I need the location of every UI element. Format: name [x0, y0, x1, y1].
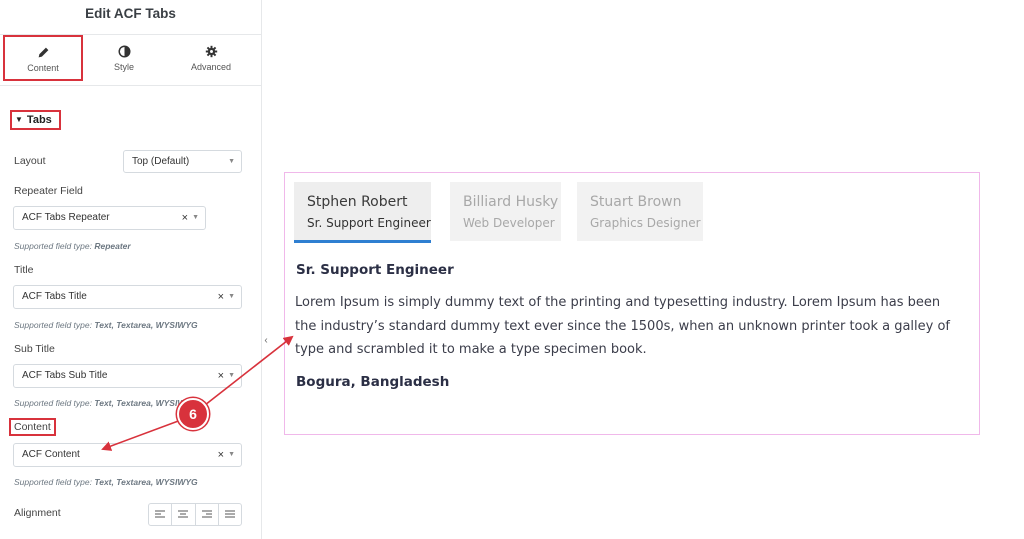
layout-select-value: Top (Default) — [132, 156, 190, 167]
subtitle-field-hint: Supported field type: Text, Textarea, WY… — [14, 398, 198, 408]
tab-content[interactable]: Content — [3, 35, 83, 81]
align-left-button[interactable] — [149, 504, 173, 525]
align-justify-icon — [224, 510, 235, 518]
layout-label: Layout — [14, 155, 46, 167]
repeater-field-hint: Supported field type: Repeater — [14, 241, 131, 251]
chevron-down-icon: ▼ — [228, 451, 235, 458]
caret-down-icon: ▼ — [15, 115, 23, 124]
clear-icon[interactable]: × — [218, 365, 224, 387]
tab-content-label: Content — [27, 63, 59, 73]
align-left-icon — [155, 510, 166, 518]
alignment-control — [148, 503, 242, 526]
content-field-hint: Supported field type: Text, Textarea, WY… — [14, 477, 198, 487]
align-center-button[interactable] — [172, 504, 196, 525]
clear-icon[interactable]: × — [182, 207, 188, 229]
content-field-value: ACF Content — [22, 449, 80, 460]
repeater-field-select[interactable]: ACF Tabs Repeater × ▼ — [13, 206, 206, 230]
preview-tab-subtitle: Sr. Support Engineer — [307, 216, 431, 230]
hint-prefix: Supported field type: — [14, 241, 95, 251]
hint-types: Text, Textarea, WYSIWYG — [94, 320, 198, 330]
section-tabs-toggle[interactable]: ▼ Tabs — [10, 110, 61, 130]
preview-tab-1[interactable]: Stphen Robert Sr. Support Engineer — [294, 182, 431, 243]
panel-tabs: Content Style Advanced — [0, 35, 261, 86]
content-title: Sr. Support Engineer — [296, 262, 454, 278]
chevron-down-icon: ▼ — [192, 214, 199, 221]
panel-title: Edit ACF Tabs — [0, 0, 261, 35]
subtitle-field-select[interactable]: ACF Tabs Sub Title × ▼ — [13, 364, 242, 388]
content-field-label: Content — [9, 418, 56, 436]
layout-select[interactable]: Top (Default) ▼ — [123, 150, 242, 173]
title-field-label: Title — [14, 264, 34, 276]
tab-advanced[interactable]: Advanced — [171, 35, 251, 84]
acf-tabs-preview: Stphen Robert Sr. Support Engineer Billi… — [284, 172, 980, 435]
content-field-select[interactable]: ACF Content × ▼ — [13, 443, 242, 467]
section-tabs-label: Tabs — [26, 114, 52, 126]
content-location: Bogura, Bangladesh — [296, 374, 450, 390]
tab-advanced-label: Advanced — [190, 62, 232, 72]
alignment-label: Alignment — [14, 507, 61, 519]
clear-icon[interactable]: × — [218, 444, 224, 466]
repeater-field-value: ACF Tabs Repeater — [22, 212, 110, 223]
chevron-down-icon: ▼ — [228, 372, 235, 379]
title-field-value: ACF Tabs Title — [22, 291, 87, 302]
preview-tab-subtitle: Web Developer — [463, 216, 555, 230]
half-circle-icon — [117, 45, 131, 58]
preview-tab-title: Stphen Robert — [307, 194, 408, 210]
gear-icon — [205, 45, 217, 58]
active-tab-indicator — [294, 240, 431, 243]
pencil-icon — [38, 47, 48, 58]
align-right-icon — [201, 510, 212, 518]
content-body: Lorem Ipsum is simply dummy text of the … — [295, 295, 951, 357]
preview-tab-title: Billiard Husky — [463, 194, 559, 210]
hint-prefix: Supported field type: — [14, 398, 95, 408]
title-field-select[interactable]: ACF Tabs Title × ▼ — [13, 285, 242, 309]
hint-types: Repeater — [94, 241, 131, 251]
repeater-field-label: Repeater Field — [14, 185, 83, 197]
tab-style-label: Style — [113, 62, 134, 72]
step-badge: 6 — [177, 398, 209, 430]
subtitle-field-value: ACF Tabs Sub Title — [22, 370, 108, 381]
collapse-panel-button[interactable]: ‹ — [261, 330, 271, 352]
chevron-down-icon: ▼ — [228, 158, 235, 165]
hint-prefix: Supported field type: — [14, 320, 95, 330]
tab-style[interactable]: Style — [84, 35, 164, 84]
align-center-icon — [178, 510, 189, 518]
hint-types: Text, Textarea, WYSIWYG — [94, 477, 198, 487]
title-field-hint: Supported field type: Text, Textarea, WY… — [14, 320, 198, 330]
chevron-down-icon: ▼ — [228, 293, 235, 300]
preview-tab-2[interactable]: Billiard Husky Web Developer — [450, 182, 561, 241]
subtitle-field-label: Sub Title — [14, 343, 55, 355]
align-right-button[interactable] — [196, 504, 219, 525]
preview-tab-title: Stuart Brown — [590, 194, 682, 210]
clear-icon[interactable]: × — [218, 286, 224, 308]
editor-panel: Edit ACF Tabs Content Style Advanced ▼ T… — [0, 0, 262, 539]
hint-prefix: Supported field type: — [14, 477, 95, 487]
preview-tab-subtitle: Graphics Designer — [590, 216, 701, 230]
preview-tab-3[interactable]: Stuart Brown Graphics Designer — [577, 182, 703, 241]
align-justify-button[interactable] — [219, 504, 241, 525]
